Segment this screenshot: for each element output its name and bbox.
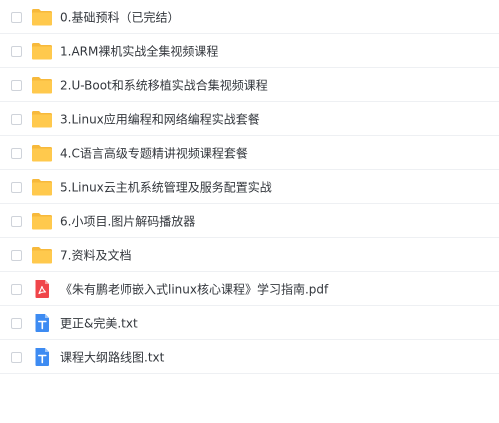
folder-icon <box>31 210 53 232</box>
row-checkbox[interactable] <box>11 181 22 193</box>
row-checkbox[interactable] <box>11 113 22 125</box>
file-row[interactable]: 0.基础预科（已完结） <box>0 0 499 34</box>
file-row[interactable]: 1.ARM裸机实战全集视频课程 <box>0 34 499 68</box>
file-list: 0.基础预科（已完结） 1.ARM裸机实战全集视频课程 2.U-Boot和系统移… <box>0 0 499 374</box>
file-row[interactable]: 6.小项目.图片解码播放器 <box>0 204 499 238</box>
file-name[interactable]: 课程大纲路线图.txt <box>60 348 164 365</box>
file-name[interactable]: 更正&完美.txt <box>60 314 138 331</box>
folder-icon <box>31 108 53 130</box>
file-row[interactable]: 2.U-Boot和系统移植实战合集视频课程 <box>0 68 499 102</box>
row-checkbox[interactable] <box>11 11 22 23</box>
file-row[interactable]: 7.资料及文档 <box>0 238 499 272</box>
row-checkbox[interactable] <box>11 147 22 159</box>
file-name[interactable]: 5.Linux云主机系统管理及服务配置实战 <box>60 178 272 195</box>
row-checkbox[interactable] <box>11 351 22 363</box>
row-checkbox[interactable] <box>11 79 22 91</box>
file-row[interactable]: 更正&完美.txt <box>0 306 499 340</box>
folder-icon <box>31 6 53 28</box>
file-row[interactable]: 《朱有鹏老师嵌入式linux核心课程》学习指南.pdf <box>0 272 499 306</box>
file-row[interactable]: 4.C语言高级专题精讲视频课程套餐 <box>0 136 499 170</box>
file-name[interactable]: 4.C语言高级专题精讲视频课程套餐 <box>60 144 248 161</box>
text-file-icon <box>31 346 53 368</box>
file-name[interactable]: 3.Linux应用编程和网络编程实战套餐 <box>60 110 260 127</box>
file-name[interactable]: 2.U-Boot和系统移植实战合集视频课程 <box>60 76 268 93</box>
folder-icon <box>31 74 53 96</box>
file-row[interactable]: 3.Linux应用编程和网络编程实战套餐 <box>0 102 499 136</box>
file-name[interactable]: 0.基础预科（已完结） <box>60 8 179 25</box>
row-checkbox[interactable] <box>11 317 22 329</box>
row-checkbox[interactable] <box>11 283 22 295</box>
file-row[interactable]: 课程大纲路线图.txt <box>0 340 499 374</box>
file-name[interactable]: 《朱有鹏老师嵌入式linux核心课程》学习指南.pdf <box>60 280 328 297</box>
pdf-file-icon <box>31 278 53 300</box>
folder-icon <box>31 244 53 266</box>
file-name[interactable]: 6.小项目.图片解码播放器 <box>60 212 195 229</box>
folder-icon <box>31 142 53 164</box>
folder-icon <box>31 40 53 62</box>
file-row[interactable]: 5.Linux云主机系统管理及服务配置实战 <box>0 170 499 204</box>
file-name[interactable]: 1.ARM裸机实战全集视频课程 <box>60 42 218 59</box>
folder-icon <box>31 176 53 198</box>
row-checkbox[interactable] <box>11 249 22 261</box>
row-checkbox[interactable] <box>11 215 22 227</box>
row-checkbox[interactable] <box>11 45 22 57</box>
file-name[interactable]: 7.资料及文档 <box>60 246 131 263</box>
text-file-icon <box>31 312 53 334</box>
